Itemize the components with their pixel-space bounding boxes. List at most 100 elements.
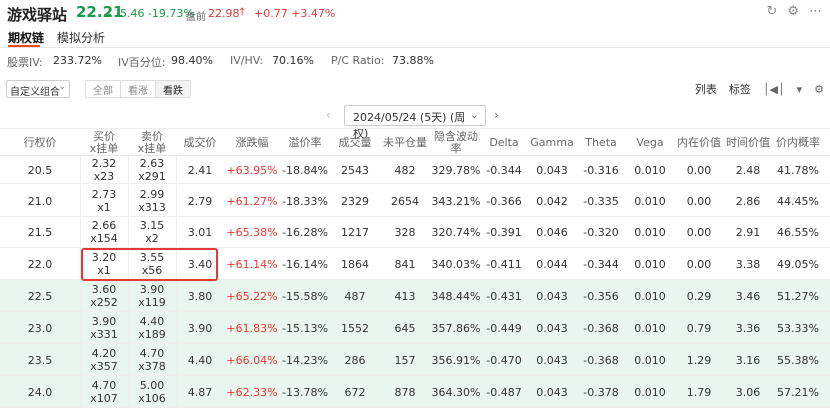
col-volume[interactable]: 成交量 (330, 129, 380, 157)
segment-call[interactable]: 看涨 (121, 81, 156, 97)
table-row[interactable]: 20.5 2.32 x23 2.63 x291 2.41 +63.95% -18.84% 254… (0, 156, 830, 184)
cell-gamma: 0.043 (536, 385, 568, 399)
cell-theta: -0.368 (583, 353, 619, 367)
cell-size: x23 (93, 170, 115, 183)
cell-vega: 0.010 (634, 385, 666, 399)
column-toggle-icon[interactable]: │◀│ (763, 83, 785, 96)
cell-iv: 343.21% (431, 194, 481, 208)
col-delta[interactable]: Delta (482, 129, 526, 157)
cell-intrinsic: 0.79 (686, 321, 712, 335)
table-row[interactable]: 24.0 4.70 x107 5.00 x106 4.87 +62.33% -13.78% 67… (0, 376, 830, 408)
cell-size: x189 (138, 328, 166, 341)
col-premium[interactable]: 溢价率 (280, 129, 330, 157)
col-vega[interactable]: Vega (624, 129, 676, 157)
col-theta[interactable]: Theta (578, 129, 624, 157)
table-row[interactable]: 21.0 2.73 x1 2.99 x313 2.79 +61.27% -18.33% 2329… (0, 185, 830, 217)
cell-size: x154 (90, 232, 118, 245)
cell-time-value: 3.46 (735, 289, 761, 303)
table-row[interactable]: 21.5 2.66 x154 3.15 x2 3.01 +65.38% -16.28% 1217… (0, 216, 830, 248)
cell-delta: -0.449 (486, 321, 522, 335)
column-divider (128, 344, 129, 376)
tab-simulation[interactable]: 模拟分析 (57, 29, 105, 46)
tab-option-chain[interactable]: 期权链 (8, 29, 44, 46)
cell-strike: 23.0 (27, 321, 53, 335)
cell-strike: 21.0 (27, 194, 53, 208)
col-bid[interactable]: 买价 x挂单 (80, 129, 128, 157)
col-iv[interactable]: 隐含波动率 (430, 129, 482, 157)
col-change[interactable]: 涨跌幅 (224, 129, 280, 157)
col-strike[interactable]: 行权价 (0, 129, 80, 157)
col-intrinsic[interactable]: 内在价值 (676, 129, 722, 157)
cell-last: 3.80 (187, 289, 213, 303)
cell-gamma: 0.043 (536, 289, 568, 303)
col-itm-prob[interactable]: 价内概率 (774, 129, 822, 157)
cell-size: x252 (90, 296, 118, 309)
segment-put[interactable]: 看跌 (156, 81, 190, 97)
column-divider (176, 185, 177, 217)
gear-icon[interactable]: ⚙ (814, 83, 824, 96)
cell-change-pct: +62.33% (226, 385, 278, 399)
cell-oi: 157 (394, 353, 416, 367)
col-gamma[interactable]: Gamma (526, 129, 578, 157)
expiry-dropdown[interactable]: 2024/05/24 (5天) (周权) ⌄ (344, 105, 486, 140)
stock-change: -5.46 -19.73% (116, 7, 194, 20)
more-icon[interactable]: ⋯ (809, 4, 822, 19)
col-ask[interactable]: 卖价 x挂单 (128, 129, 176, 157)
cell-iv: 357.86% (431, 321, 481, 335)
cell-vega: 0.010 (634, 163, 666, 177)
column-divider (80, 312, 81, 344)
view-tools: 列表 标签 │◀│ ▾ ⚙ (695, 81, 824, 97)
cell-strike: 20.5 (27, 163, 53, 177)
table-row[interactable]: 22.5 3.60 x252 3.90 x119 3.80 +65.22% -15.58% 48… (0, 280, 830, 312)
cell-intrinsic: 1.79 (686, 385, 712, 399)
table-row[interactable]: 23.0 3.90 x331 4.40 x189 3.90 +61.83% -15.13% 15… (0, 312, 830, 344)
settings-icon[interactable]: ⚙ (787, 4, 799, 19)
cell-bid: 4.20 x357 (80, 344, 128, 376)
column-divider (176, 156, 177, 184)
cell-size: x331 (90, 328, 118, 341)
cell-change-pct: +61.14% (226, 257, 278, 271)
cell-bid: 2.66 x154 (80, 216, 128, 248)
cell-itm-prob: 55.38% (777, 353, 819, 367)
list-view-button[interactable]: 列表 (695, 81, 717, 97)
cell-volume: 672 (344, 385, 366, 399)
prev-expiry-icon[interactable]: ‹ (326, 108, 331, 122)
col-open-interest[interactable]: 未平仓量 (380, 129, 430, 157)
refresh-icon[interactable]: ↻ (766, 4, 777, 19)
cell-vega: 0.010 (634, 225, 666, 239)
cell-volume: 487 (344, 289, 366, 303)
cell-time-value: 3.38 (735, 257, 761, 271)
table-row[interactable]: 23.5 4.20 x357 4.70 x378 4.40 +66.04% -14.23% 28… (0, 344, 830, 376)
filter-icon[interactable]: ▾ (797, 83, 803, 96)
cell-change-pct: +61.27% (226, 194, 278, 208)
cell-oi: 841 (394, 257, 416, 271)
iv-percentile-label: IV百分位: (118, 56, 166, 69)
column-divider (80, 344, 81, 376)
cell-premium: -13.78% (282, 385, 328, 399)
custom-combo-dropdown[interactable]: 自定义组合 ⌄ (6, 80, 70, 98)
cell-bid: 2.73 x1 (80, 185, 128, 217)
cell-volume: 1552 (341, 321, 369, 335)
cell-size: x106 (138, 392, 166, 405)
cell-volume: 1217 (341, 225, 369, 239)
combo-label: 自定义组合 (10, 87, 60, 98)
col-time-value[interactable]: 时间价值 (722, 129, 774, 157)
next-expiry-icon[interactable]: › (494, 108, 499, 122)
col-last[interactable]: 成交价 (176, 129, 224, 157)
column-divider (80, 216, 81, 248)
cell-last: 2.79 (187, 194, 213, 208)
cell-change-pct: +65.38% (226, 225, 278, 239)
cell-theta: -0.344 (583, 257, 619, 271)
cell-price: 2.66 (91, 219, 117, 232)
table-header: 行权价 买价 x挂单 卖价 x挂单 成交价 涨跌幅 溢价率 成交量 未平仓量 隐… (0, 128, 830, 156)
cell-strike: 24.0 (27, 385, 53, 399)
column-divider (80, 280, 81, 312)
cell-price: 3.15 (139, 219, 165, 232)
cell-strike: 21.5 (27, 225, 53, 239)
tag-button[interactable]: 标签 (729, 81, 751, 97)
up-arrow-icon: ↑ (238, 7, 247, 18)
premarket-change: +0.77 +3.47% (254, 7, 336, 20)
cell-itm-prob: 41.78% (777, 163, 819, 177)
cell-premium: -18.33% (282, 194, 328, 208)
segment-all[interactable]: 全部 (86, 81, 121, 97)
